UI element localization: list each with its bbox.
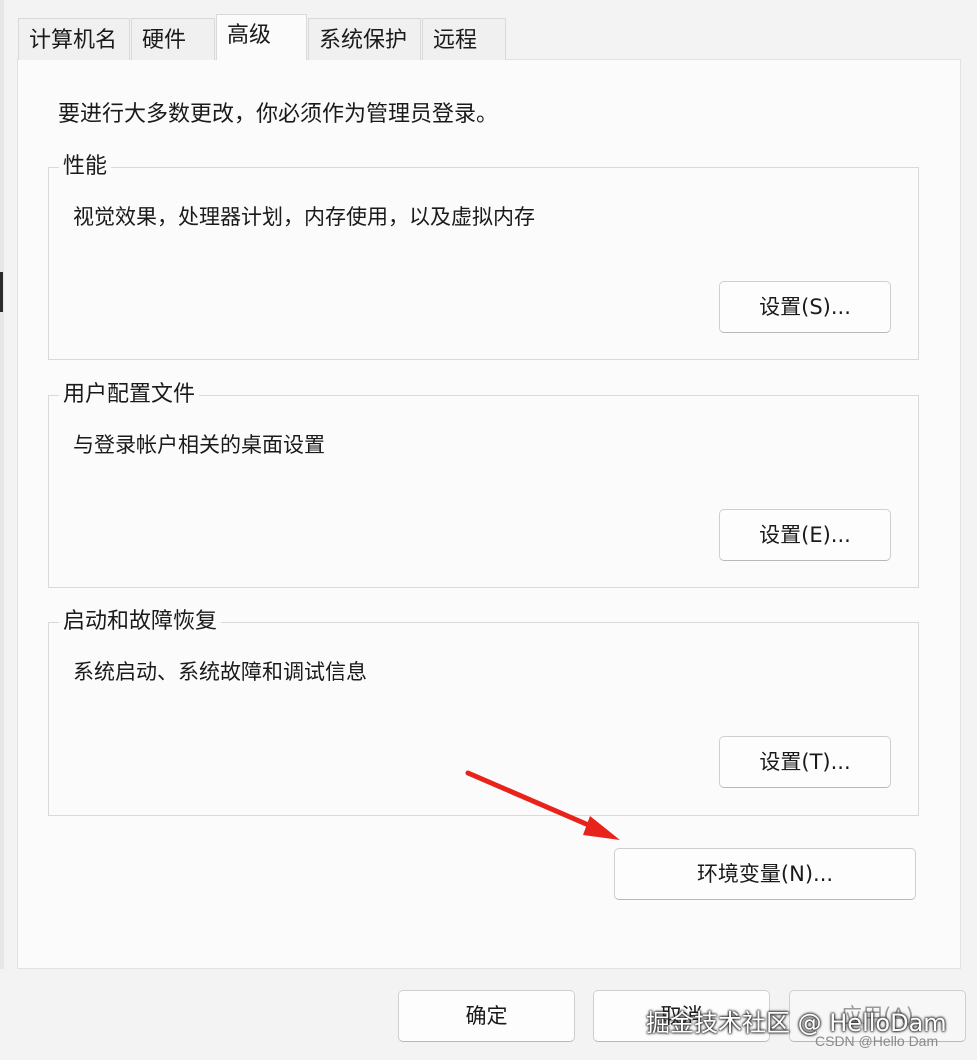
ok-button[interactable]: 确定 bbox=[398, 990, 575, 1042]
tab-advanced[interactable]: 高级 bbox=[216, 14, 307, 60]
annotation-arrow-icon bbox=[465, 770, 620, 840]
csdn-watermark: CSDN @Hello Dam bbox=[815, 1033, 939, 1049]
